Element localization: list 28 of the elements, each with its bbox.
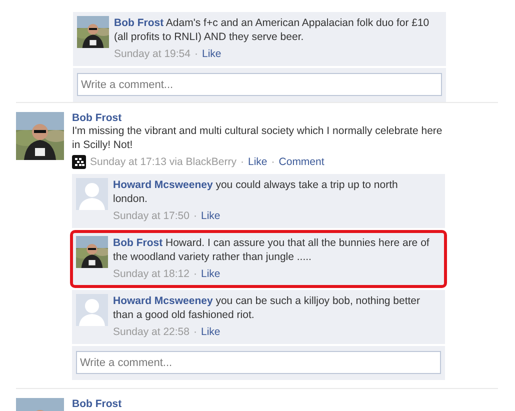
like-link[interactable]: Like [202,47,222,61]
post-text: I'm missing the vibrant and multi cultural society which I normally celebrate here in Scilly! Not! [72,124,444,152]
comment-text: Bob Frost Howard. I can assure you that all the bunnies here are of the woodland variety rather than jungle ..... [113,236,430,264]
like-link[interactable]: Like [200,325,220,339]
separator: · [271,155,275,169]
timestamp: Sunday at 22:58 [113,325,190,339]
comment-field[interactable]: Write a comment... [76,351,441,374]
separator: · [193,209,197,223]
like-link[interactable]: Like [248,155,268,169]
like-link[interactable]: Like [200,267,220,281]
separator: · [194,47,198,61]
default-avatar-icon [76,294,108,326]
timestamp: Sunday at 19:54 [114,47,190,61]
post-author[interactable]: Bob Frost [72,398,445,410]
timestamp: Sunday at 17:13 via BlackBerry [90,155,236,169]
comment-text: Howard Mcsweeney you could always take a trip up to north london. [113,178,399,206]
like-link[interactable]: Like [200,209,220,223]
comment-link[interactable]: Comment [278,155,324,169]
separator: · [193,267,197,281]
timestamp: Sunday at 17:50 [113,209,190,223]
comment-field[interactable]: Write a comment... [77,73,442,96]
separator: · [193,325,197,339]
post-author[interactable]: Bob Frost [72,112,445,124]
timestamp: Sunday at 18:12 [113,267,190,281]
comment-text: Bob Frost Adam's f+c and an American Appalacian folk duo for £10 (all profits to RNLI) AND they serve beer. [114,16,430,44]
default-avatar-icon [76,178,108,210]
comment-text: Howard Mcsweeney you can be such a killjoy bob, nothing better than a good old fashioned riot. [113,294,422,322]
separator: · [240,155,244,169]
